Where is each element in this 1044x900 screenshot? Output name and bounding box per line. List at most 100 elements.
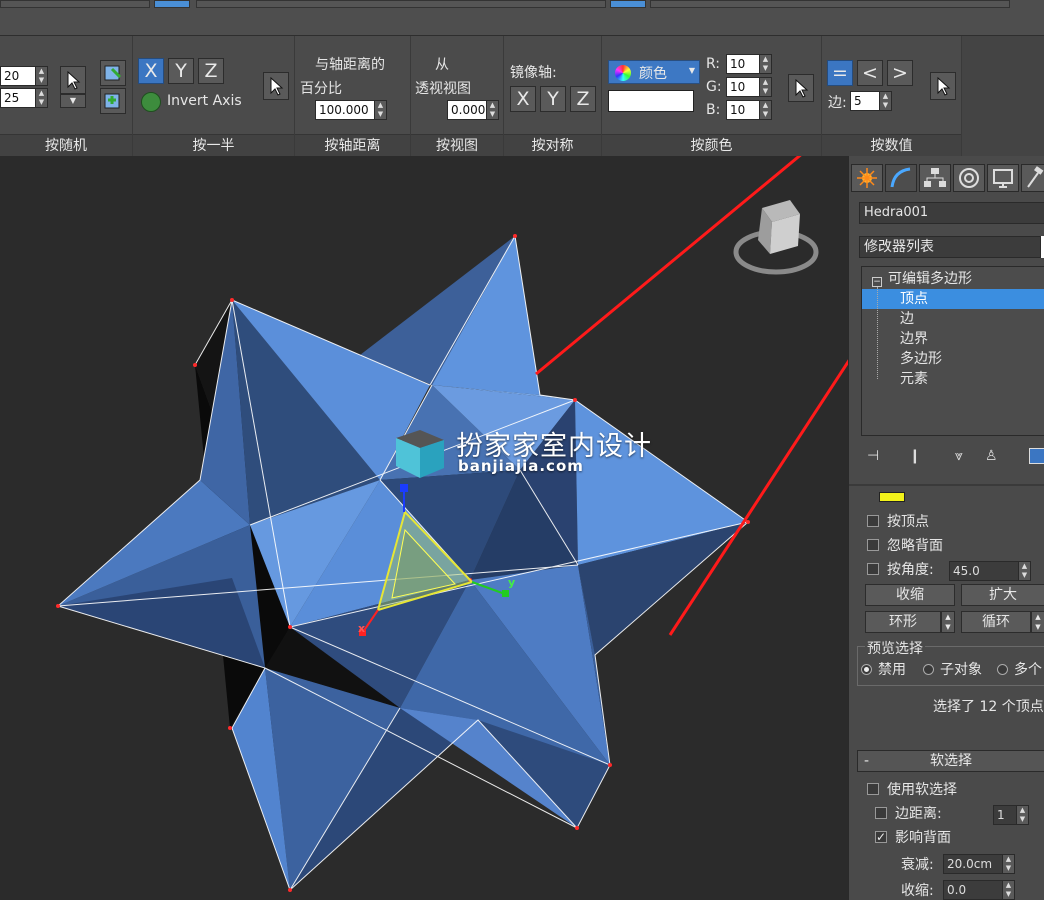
- edge-distance-checkbox[interactable]: 边距离:: [875, 804, 942, 824]
- group-numeric: = < > 边: 5 ▲ ▼ 按数值: [822, 36, 962, 156]
- configure-sets-icon[interactable]: [1029, 448, 1044, 464]
- object-name-field[interactable]: Hedra001: [859, 202, 1044, 224]
- equal-button[interactable]: =: [827, 60, 853, 86]
- loop-button[interactable]: 循环: [961, 611, 1031, 633]
- half-axis-z[interactable]: Z: [198, 58, 224, 84]
- color-mode-dropdown[interactable]: 颜色 ▼: [608, 60, 700, 84]
- random-percent-spinner[interactable]: 20 ▲ ▼: [0, 66, 48, 86]
- stack-item-element[interactable]: 元素: [862, 369, 1044, 389]
- tab-motion[interactable]: [953, 164, 985, 192]
- g-spinner[interactable]: 10 ▲ ▼: [726, 77, 772, 97]
- chevron-down-icon: ▼: [688, 66, 695, 75]
- top-tab[interactable]: [0, 0, 150, 8]
- checkbox-icon[interactable]: [867, 515, 879, 527]
- make-unique-icon[interactable]: ⩔: [955, 448, 963, 464]
- group-label: 按轴距离: [295, 134, 410, 156]
- mirror-axis-y[interactable]: Y: [540, 86, 566, 112]
- affect-backfacing-checkbox[interactable]: 影响背面: [875, 827, 951, 848]
- stack-item-editable-poly[interactable]: − 可编辑多边形: [862, 269, 1044, 289]
- stack-item-polygon[interactable]: 多边形: [862, 349, 1044, 369]
- view-spinner[interactable]: 0.000 ▲ ▼: [447, 100, 499, 120]
- edge-distance-spinner[interactable]: 1 ▲ ▼: [993, 805, 1029, 825]
- color-select-button[interactable]: [788, 74, 814, 102]
- angle-spinner[interactable]: 45.0 ▲ ▼: [949, 561, 1031, 581]
- vertex-mode-icon[interactable]: [879, 492, 905, 502]
- random-select-button[interactable]: [60, 66, 86, 94]
- loop-spinner-arrows[interactable]: ▲ ▼: [1031, 611, 1044, 633]
- checkbox-icon[interactable]: [867, 539, 879, 551]
- preview-subobject-radio[interactable]: 子对象: [923, 660, 982, 680]
- viewcube[interactable]: [733, 200, 819, 275]
- half-select-button[interactable]: [263, 72, 289, 100]
- tab-display[interactable]: [987, 164, 1019, 192]
- checkbox-icon[interactable]: [875, 807, 887, 819]
- stack-item-edge[interactable]: 边: [862, 309, 1044, 329]
- by-vertex-checkbox[interactable]: 按顶点: [867, 512, 929, 532]
- cursor-icon: [67, 71, 81, 90]
- ribbon: 20 ▲ ▼ 25 ▲ ▼ ▼ 按随机 X Y Z Invert Axis 按一半 与轴…: [0, 36, 962, 156]
- stack-item-border[interactable]: 边界: [862, 329, 1044, 349]
- invert-axis-label[interactable]: Invert Axis: [167, 93, 242, 109]
- hammer-icon: [1027, 166, 1044, 188]
- soft-selection-rollout[interactable]: - 软选择: [857, 750, 1044, 772]
- edges-label: 边:: [828, 95, 847, 111]
- radio-icon[interactable]: [997, 664, 1008, 675]
- view-title-1: 从: [435, 57, 449, 73]
- half-axis-x[interactable]: X: [138, 58, 164, 84]
- ring-spinner-arrows[interactable]: ▲ ▼: [941, 611, 955, 633]
- random-add-button[interactable]: [100, 88, 126, 114]
- tab-hierarchy[interactable]: [919, 164, 951, 192]
- modifier-stack[interactable]: − 可编辑多边形 顶点 边 边界 多边形 元素: [861, 266, 1044, 436]
- polyhedron-mesh[interactable]: [0, 156, 848, 900]
- r-spinner[interactable]: 10 ▲ ▼: [726, 54, 772, 74]
- tab-create[interactable]: [851, 164, 883, 192]
- greater-than-button[interactable]: >: [887, 60, 913, 86]
- axis-distance-spinner[interactable]: 100.000 ▲ ▼: [315, 100, 387, 120]
- preview-off-radio[interactable]: 禁用: [861, 660, 906, 680]
- remove-modifier-icon[interactable]: ♙: [985, 448, 998, 464]
- tab-modify[interactable]: [885, 164, 917, 192]
- modifier-list-dropdown[interactable]: 修改器列表: [859, 236, 1041, 258]
- pinch-spinner[interactable]: 0.0 ▲ ▼: [943, 880, 1015, 900]
- grow-button[interactable]: 扩大: [961, 584, 1044, 606]
- stack-tree-line: [877, 287, 878, 379]
- random-new-button[interactable]: [100, 60, 126, 86]
- b-spinner[interactable]: 10 ▲ ▼: [726, 100, 772, 120]
- less-than-button[interactable]: <: [857, 60, 883, 86]
- group-label: 按颜色: [602, 134, 821, 156]
- half-axis-y[interactable]: Y: [168, 58, 194, 84]
- use-soft-selection-checkbox[interactable]: 使用软选择: [867, 780, 957, 800]
- random-seed-spinner[interactable]: 25 ▲ ▼: [0, 88, 48, 108]
- perspective-viewport[interactable]: x y: [0, 156, 848, 900]
- radio-icon[interactable]: [923, 664, 934, 675]
- tab-utilities[interactable]: [1021, 164, 1044, 192]
- top-menu-strip: [0, 0, 1044, 36]
- checkbox-icon[interactable]: [875, 827, 887, 847]
- by-angle-checkbox[interactable]: 按角度:: [867, 560, 934, 580]
- edges-spinner[interactable]: 5 ▲ ▼: [850, 91, 892, 111]
- ring-button[interactable]: 环形: [865, 611, 941, 633]
- checkbox-icon[interactable]: [867, 783, 879, 795]
- show-end-result-icon[interactable]: ❙: [909, 448, 921, 464]
- preview-multi-radio[interactable]: 多个: [997, 660, 1042, 680]
- shrink-button[interactable]: 收缩: [865, 584, 955, 606]
- invert-axis-icon[interactable]: [141, 92, 161, 112]
- checkbox-icon[interactable]: [867, 563, 879, 575]
- pin-stack-icon[interactable]: ⊣: [867, 448, 879, 464]
- stack-item-vertex[interactable]: 顶点: [862, 289, 1044, 309]
- color-swatch[interactable]: [608, 90, 694, 112]
- top-tab-active[interactable]: [610, 0, 646, 8]
- mirror-axis-x[interactable]: X: [510, 86, 536, 112]
- ignore-backfacing-checkbox[interactable]: 忽略背面: [867, 536, 943, 556]
- top-tab-active[interactable]: [154, 0, 190, 8]
- top-tab[interactable]: [196, 0, 606, 8]
- top-tab[interactable]: [650, 0, 1010, 8]
- mirror-axis-z[interactable]: Z: [570, 86, 596, 112]
- collapse-icon[interactable]: −: [872, 277, 882, 287]
- radio-icon[interactable]: [861, 664, 872, 675]
- numeric-select-button[interactable]: [930, 72, 956, 100]
- falloff-spinner[interactable]: 20.0cm ▲ ▼: [943, 854, 1015, 874]
- preview-selection-title: 预览选择: [865, 638, 925, 658]
- cursor-icon: [270, 77, 284, 96]
- random-dropdown[interactable]: ▼: [60, 94, 86, 108]
